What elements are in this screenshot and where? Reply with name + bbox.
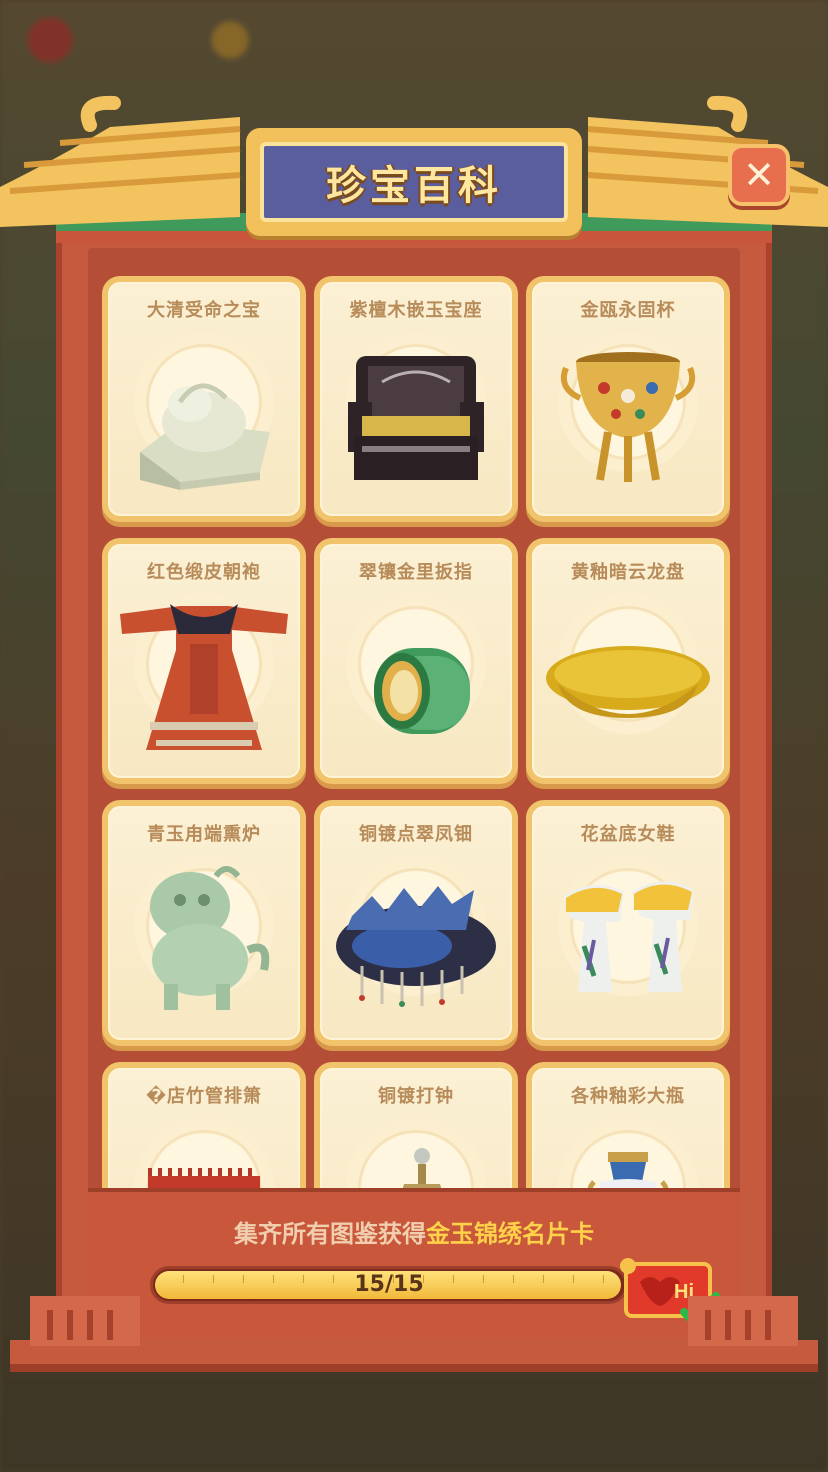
treasure-card-label: 铜镀打钟 — [378, 1086, 454, 1107]
collection-reward-hint: 集齐所有图鉴获得金玉锦绣名片卡 — [234, 1220, 594, 1248]
treasure-card[interactable]: 铜镀打钟 — [314, 1062, 518, 1193]
treasure-card[interactable]: 黄釉暗云龙盘 — [526, 538, 730, 784]
treasure-card[interactable]: �店竹管排箫 — [102, 1062, 306, 1193]
throne-icon — [348, 356, 484, 480]
panpipe-icon — [148, 1168, 260, 1193]
card-scroll-area[interactable]: 大清受命之宝 紫檀木嵌玉宝座 金瓯永固杯 红色缎皮朝袍 翠镶金里扳指 黄釉暗云龙… — [88, 248, 740, 1193]
treasure-card-label: 黄釉暗云龙盘 — [571, 562, 685, 583]
page-title: 珍宝百科 — [326, 163, 502, 209]
treasure-card-label: 花盆底女鞋 — [580, 824, 676, 845]
shoes-icon — [564, 881, 694, 992]
phoenix-headdress-icon — [336, 886, 496, 1007]
treasure-grid: 大清受命之宝 紫檀木嵌玉宝座 金瓯永固杯 红色缎皮朝袍 翠镶金里扳指 黄釉暗云龙… — [102, 276, 730, 1193]
jade-seal-icon — [140, 383, 270, 490]
reward-name: 金玉锦绣名片卡 — [426, 1220, 594, 1248]
treasure-card-label: 各种釉彩大瓶 — [571, 1086, 685, 1107]
treasure-card-label: 翠镶金里扳指 — [359, 562, 473, 583]
treasure-card[interactable]: 紫檀木嵌玉宝座 — [314, 276, 518, 522]
clock-icon — [401, 1148, 443, 1193]
red-robe-icon — [120, 604, 288, 750]
treasure-card-label: 青玉甪端熏炉 — [147, 824, 261, 845]
treasure-card[interactable]: 大清受命之宝 — [102, 276, 306, 522]
treasure-card-label: 铜镀点翠凤钿 — [359, 824, 473, 845]
close-icon: ✕ — [743, 153, 775, 197]
jade-censer-icon — [150, 866, 270, 1010]
treasure-card-label: 紫檀木嵌玉宝座 — [349, 300, 483, 321]
treasure-card-label: 金瓯永固杯 — [580, 300, 676, 321]
treasure-card-label: 红色缎皮朝袍 — [147, 562, 261, 583]
treasure-card[interactable]: 翠镶金里扳指 — [314, 538, 518, 784]
vase-icon — [587, 1152, 669, 1193]
golden-cup-icon — [560, 352, 696, 482]
encyclopedia-panel: 大清受命之宝 紫檀木嵌玉宝座 金瓯永固杯 红色缎皮朝袍 翠镶金里扳指 黄釉暗云龙… — [56, 228, 772, 1358]
treasure-card-label: �店竹管排箫 — [145, 1086, 263, 1107]
treasure-card-label: 大清受命之宝 — [147, 300, 261, 321]
close-button[interactable]: ✕ — [728, 144, 790, 206]
yellow-plate-icon — [546, 646, 710, 718]
jade-ring-icon — [374, 648, 470, 734]
treasure-card[interactable]: 金瓯永固杯 — [526, 276, 730, 522]
panel-base — [10, 1296, 818, 1372]
treasure-card[interactable]: 红色缎皮朝袍 — [102, 538, 306, 784]
title-plaque: 珍宝百科 — [246, 128, 582, 236]
treasure-card[interactable]: 各种釉彩大瓶 — [526, 1062, 730, 1193]
treasure-card[interactable]: 花盆底女鞋 — [526, 800, 730, 1046]
treasure-card[interactable]: 铜镀点翠凤钿 — [314, 800, 518, 1046]
treasure-card[interactable]: 青玉甪端熏炉 — [102, 800, 306, 1046]
